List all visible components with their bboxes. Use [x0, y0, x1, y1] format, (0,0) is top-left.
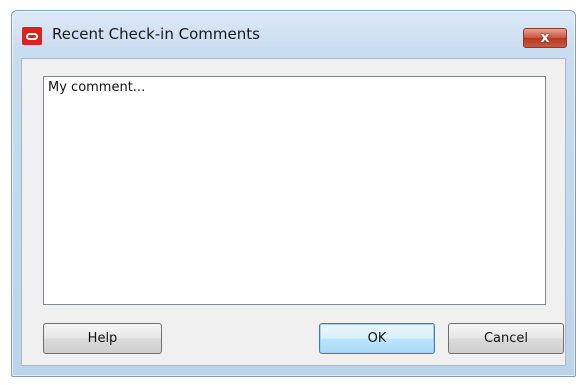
help-button[interactable]: Help — [43, 323, 162, 354]
oracle-logo-icon — [22, 27, 42, 45]
close-button[interactable]: x — [523, 28, 567, 48]
comment-textarea[interactable]: My comment... — [43, 76, 546, 305]
cancel-button[interactable]: Cancel — [448, 323, 564, 354]
check-in-comments-dialog: Recent Check-in Comments x My comment...… — [11, 10, 576, 377]
title-bar[interactable]: Recent Check-in Comments x — [12, 11, 575, 57]
close-icon: x — [540, 30, 550, 46]
ok-button[interactable]: OK — [319, 323, 435, 354]
window-title: Recent Check-in Comments — [52, 25, 260, 43]
logo-ring — [26, 32, 38, 40]
dialog-content: My comment... Help OK Cancel — [21, 58, 566, 366]
